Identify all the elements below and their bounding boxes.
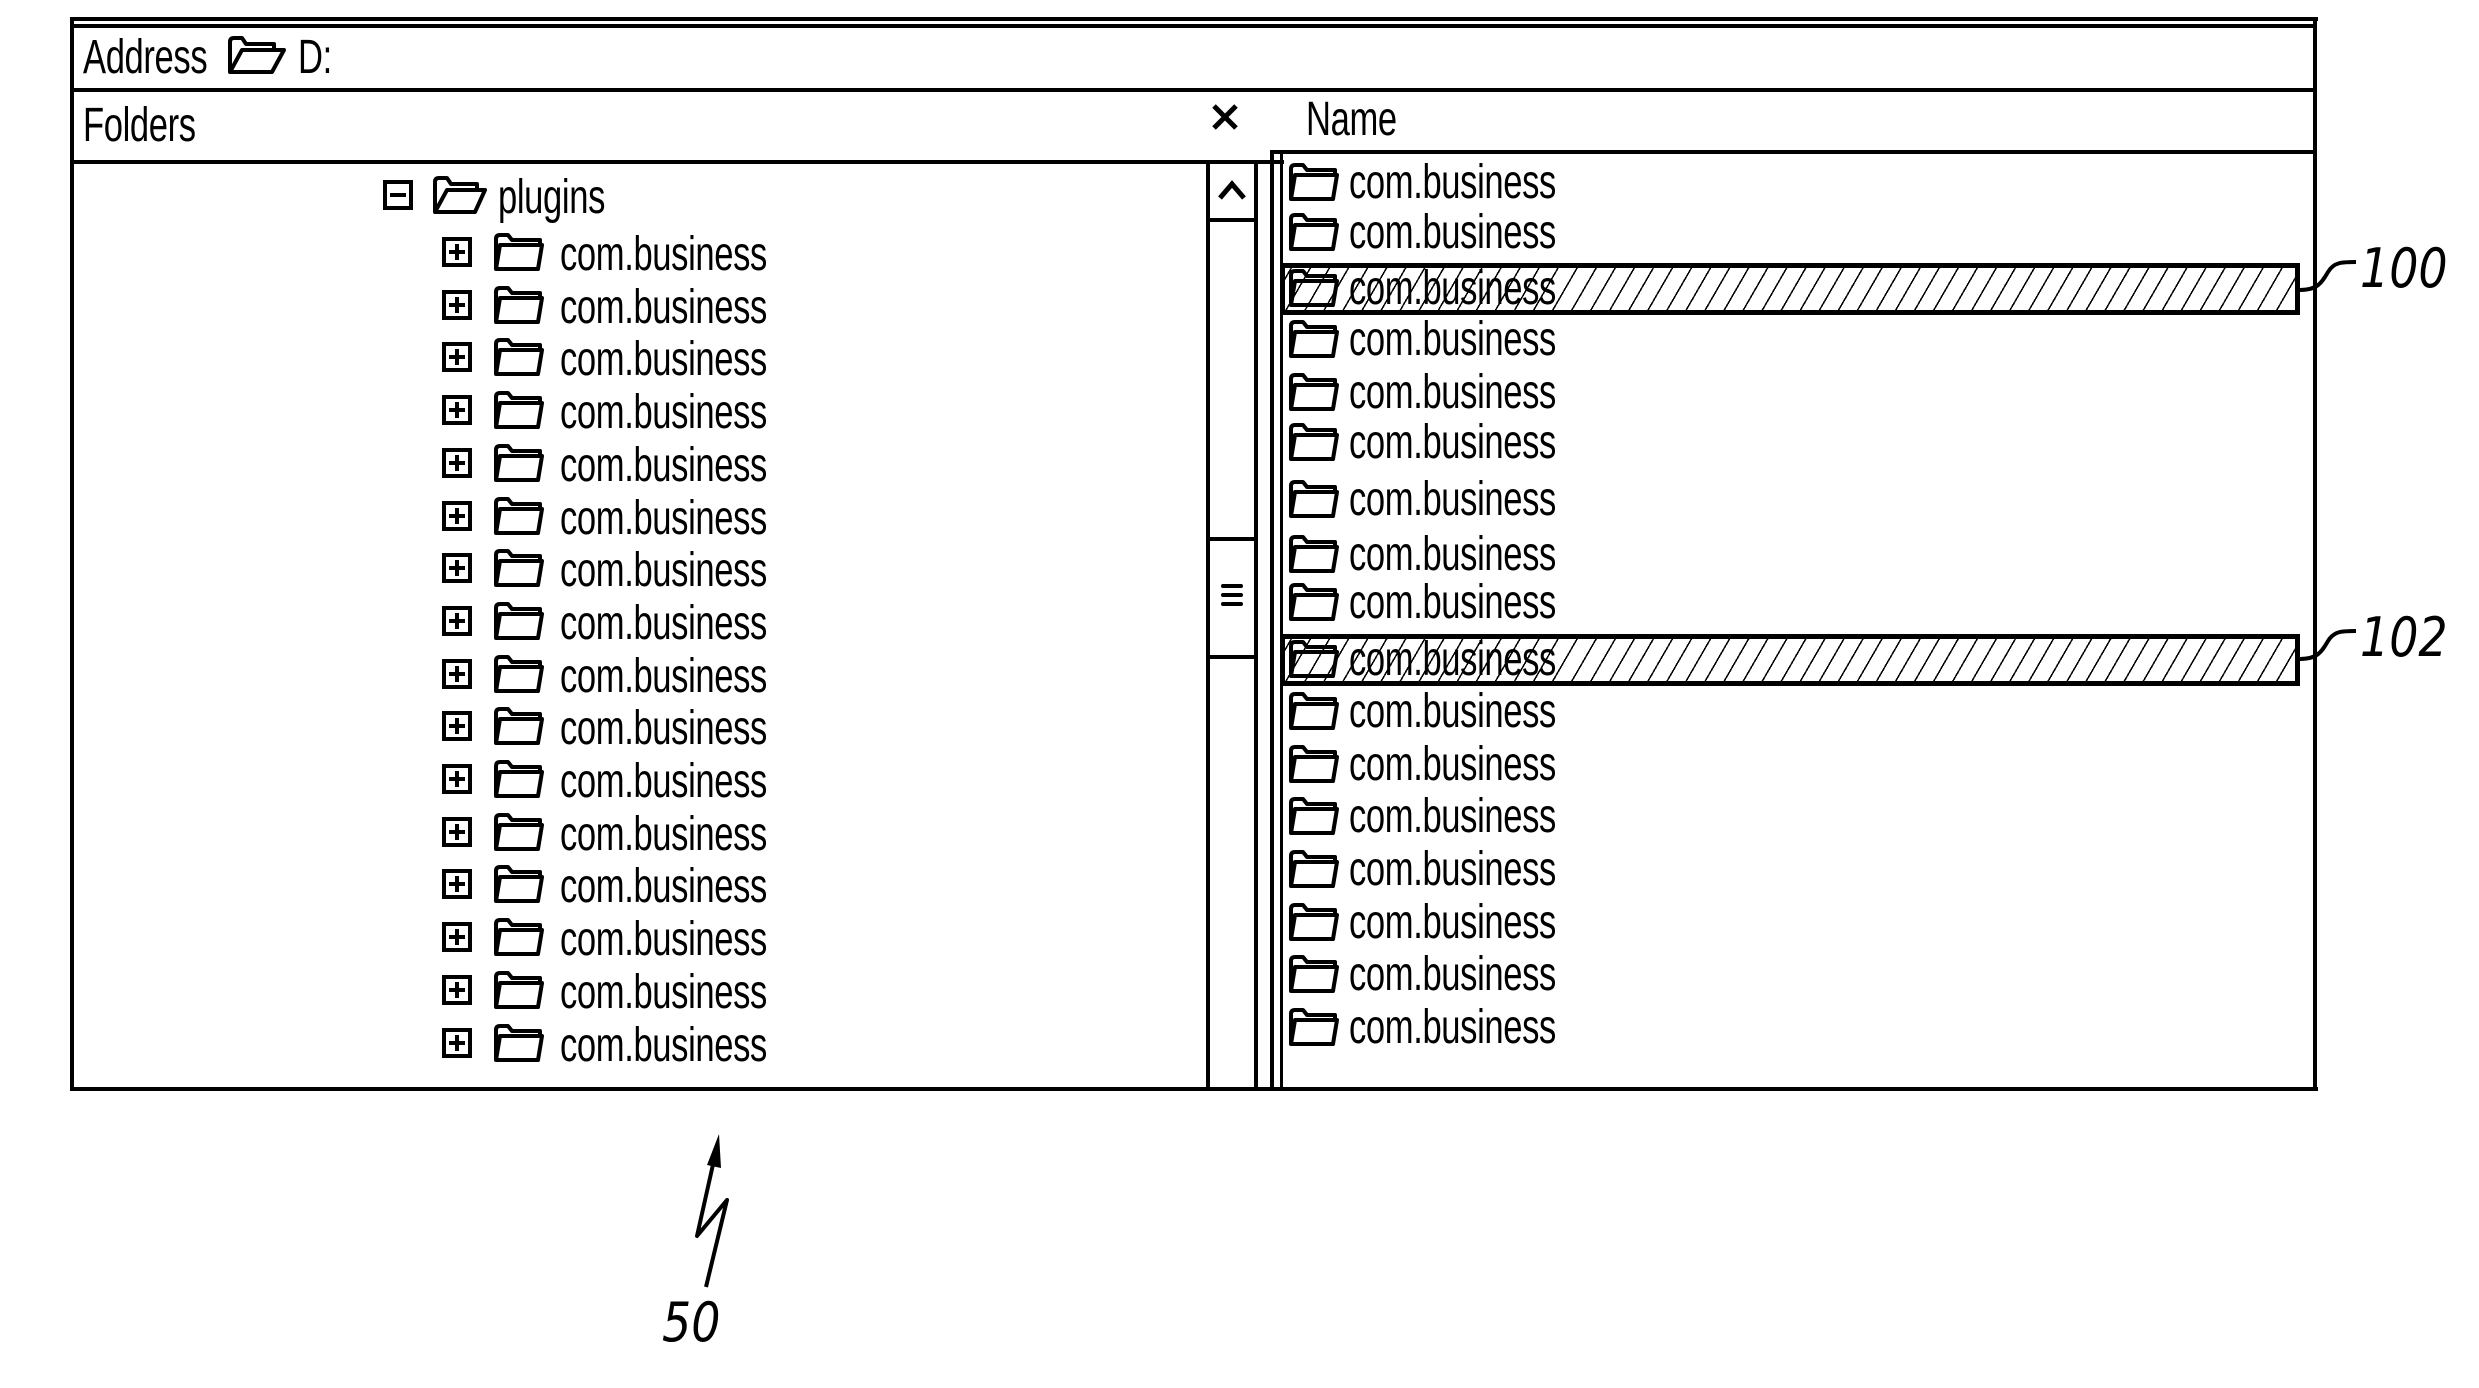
reference-label-100: 100 (2360, 237, 2448, 300)
arrowhead-50 (707, 1134, 721, 1168)
figure-reference-label: 50 (662, 1291, 721, 1354)
leader-100 (2299, 260, 2357, 292)
leader-102 (2299, 629, 2357, 661)
leader-50 (695, 1159, 729, 1288)
reference-leaders (695, 260, 2357, 1288)
reference-label-102: 102 (2360, 606, 2448, 669)
